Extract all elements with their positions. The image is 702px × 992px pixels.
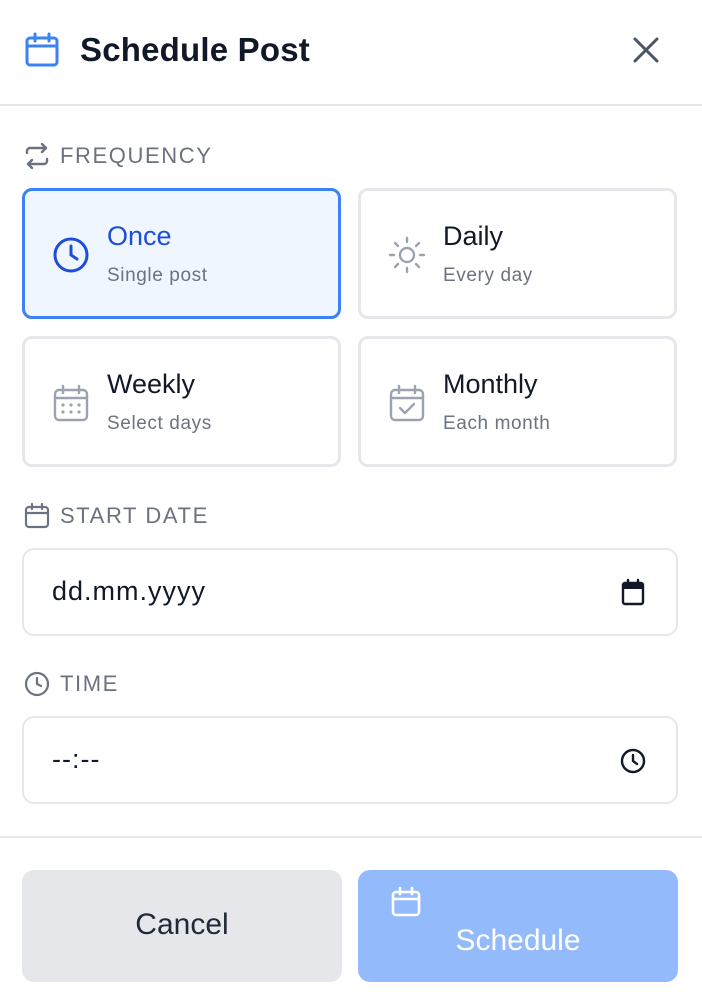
calendar-icon — [391, 886, 421, 917]
frequency-option-weekly[interactable]: Weekly Select days — [22, 336, 341, 467]
option-title: Monthly — [443, 369, 538, 399]
start-date-label-text: START DATE — [60, 503, 209, 528]
schedule-button[interactable]: Schedule — [358, 870, 678, 982]
sun-icon — [388, 236, 426, 274]
frequency-label: FREQUENCY — [24, 143, 213, 169]
dialog-header: Schedule Post — [0, 0, 702, 106]
cancel-button-label: Cancel — [135, 908, 229, 941]
calendar-icon[interactable] — [618, 578, 648, 608]
close-button[interactable] — [626, 30, 666, 70]
start-date-input[interactable]: dd.mm.yyyy — [22, 548, 678, 636]
frequency-option-monthly[interactable]: Monthly Each month — [358, 336, 677, 467]
footer-divider — [0, 836, 702, 838]
time-value: --:-- — [52, 744, 101, 774]
time-label-text: TIME — [60, 671, 119, 696]
dialog-title: Schedule Post — [80, 31, 310, 68]
cancel-button[interactable]: Cancel — [22, 870, 342, 982]
option-subtitle: Select days — [107, 413, 212, 434]
clock-icon — [53, 237, 89, 273]
option-subtitle: Single post — [107, 265, 208, 286]
frequency-label-text: FREQUENCY — [60, 143, 213, 168]
calendar-icon — [25, 32, 59, 67]
start-date-value: dd.mm.yyyy — [52, 576, 207, 606]
option-title: Once — [107, 221, 172, 251]
close-icon — [633, 37, 659, 63]
option-title: Daily — [443, 221, 504, 251]
frequency-option-daily[interactable]: Daily Every day — [358, 188, 677, 319]
calendar-icon — [24, 503, 50, 529]
calendar-check-icon — [389, 384, 425, 422]
time-label: TIME — [24, 671, 119, 697]
option-title: Weekly — [107, 369, 196, 399]
start-date-label: START DATE — [24, 503, 209, 529]
clock-icon — [24, 671, 50, 697]
schedule-button-label: Schedule — [455, 924, 581, 957]
option-subtitle: Each month — [443, 413, 551, 434]
time-input[interactable]: --:-- — [22, 716, 678, 804]
repeat-icon — [25, 143, 49, 169]
clock-icon[interactable] — [618, 746, 648, 776]
calendar-grid-icon — [53, 384, 89, 422]
frequency-option-once[interactable]: Once Single post — [22, 188, 341, 319]
option-subtitle: Every day — [443, 265, 533, 286]
